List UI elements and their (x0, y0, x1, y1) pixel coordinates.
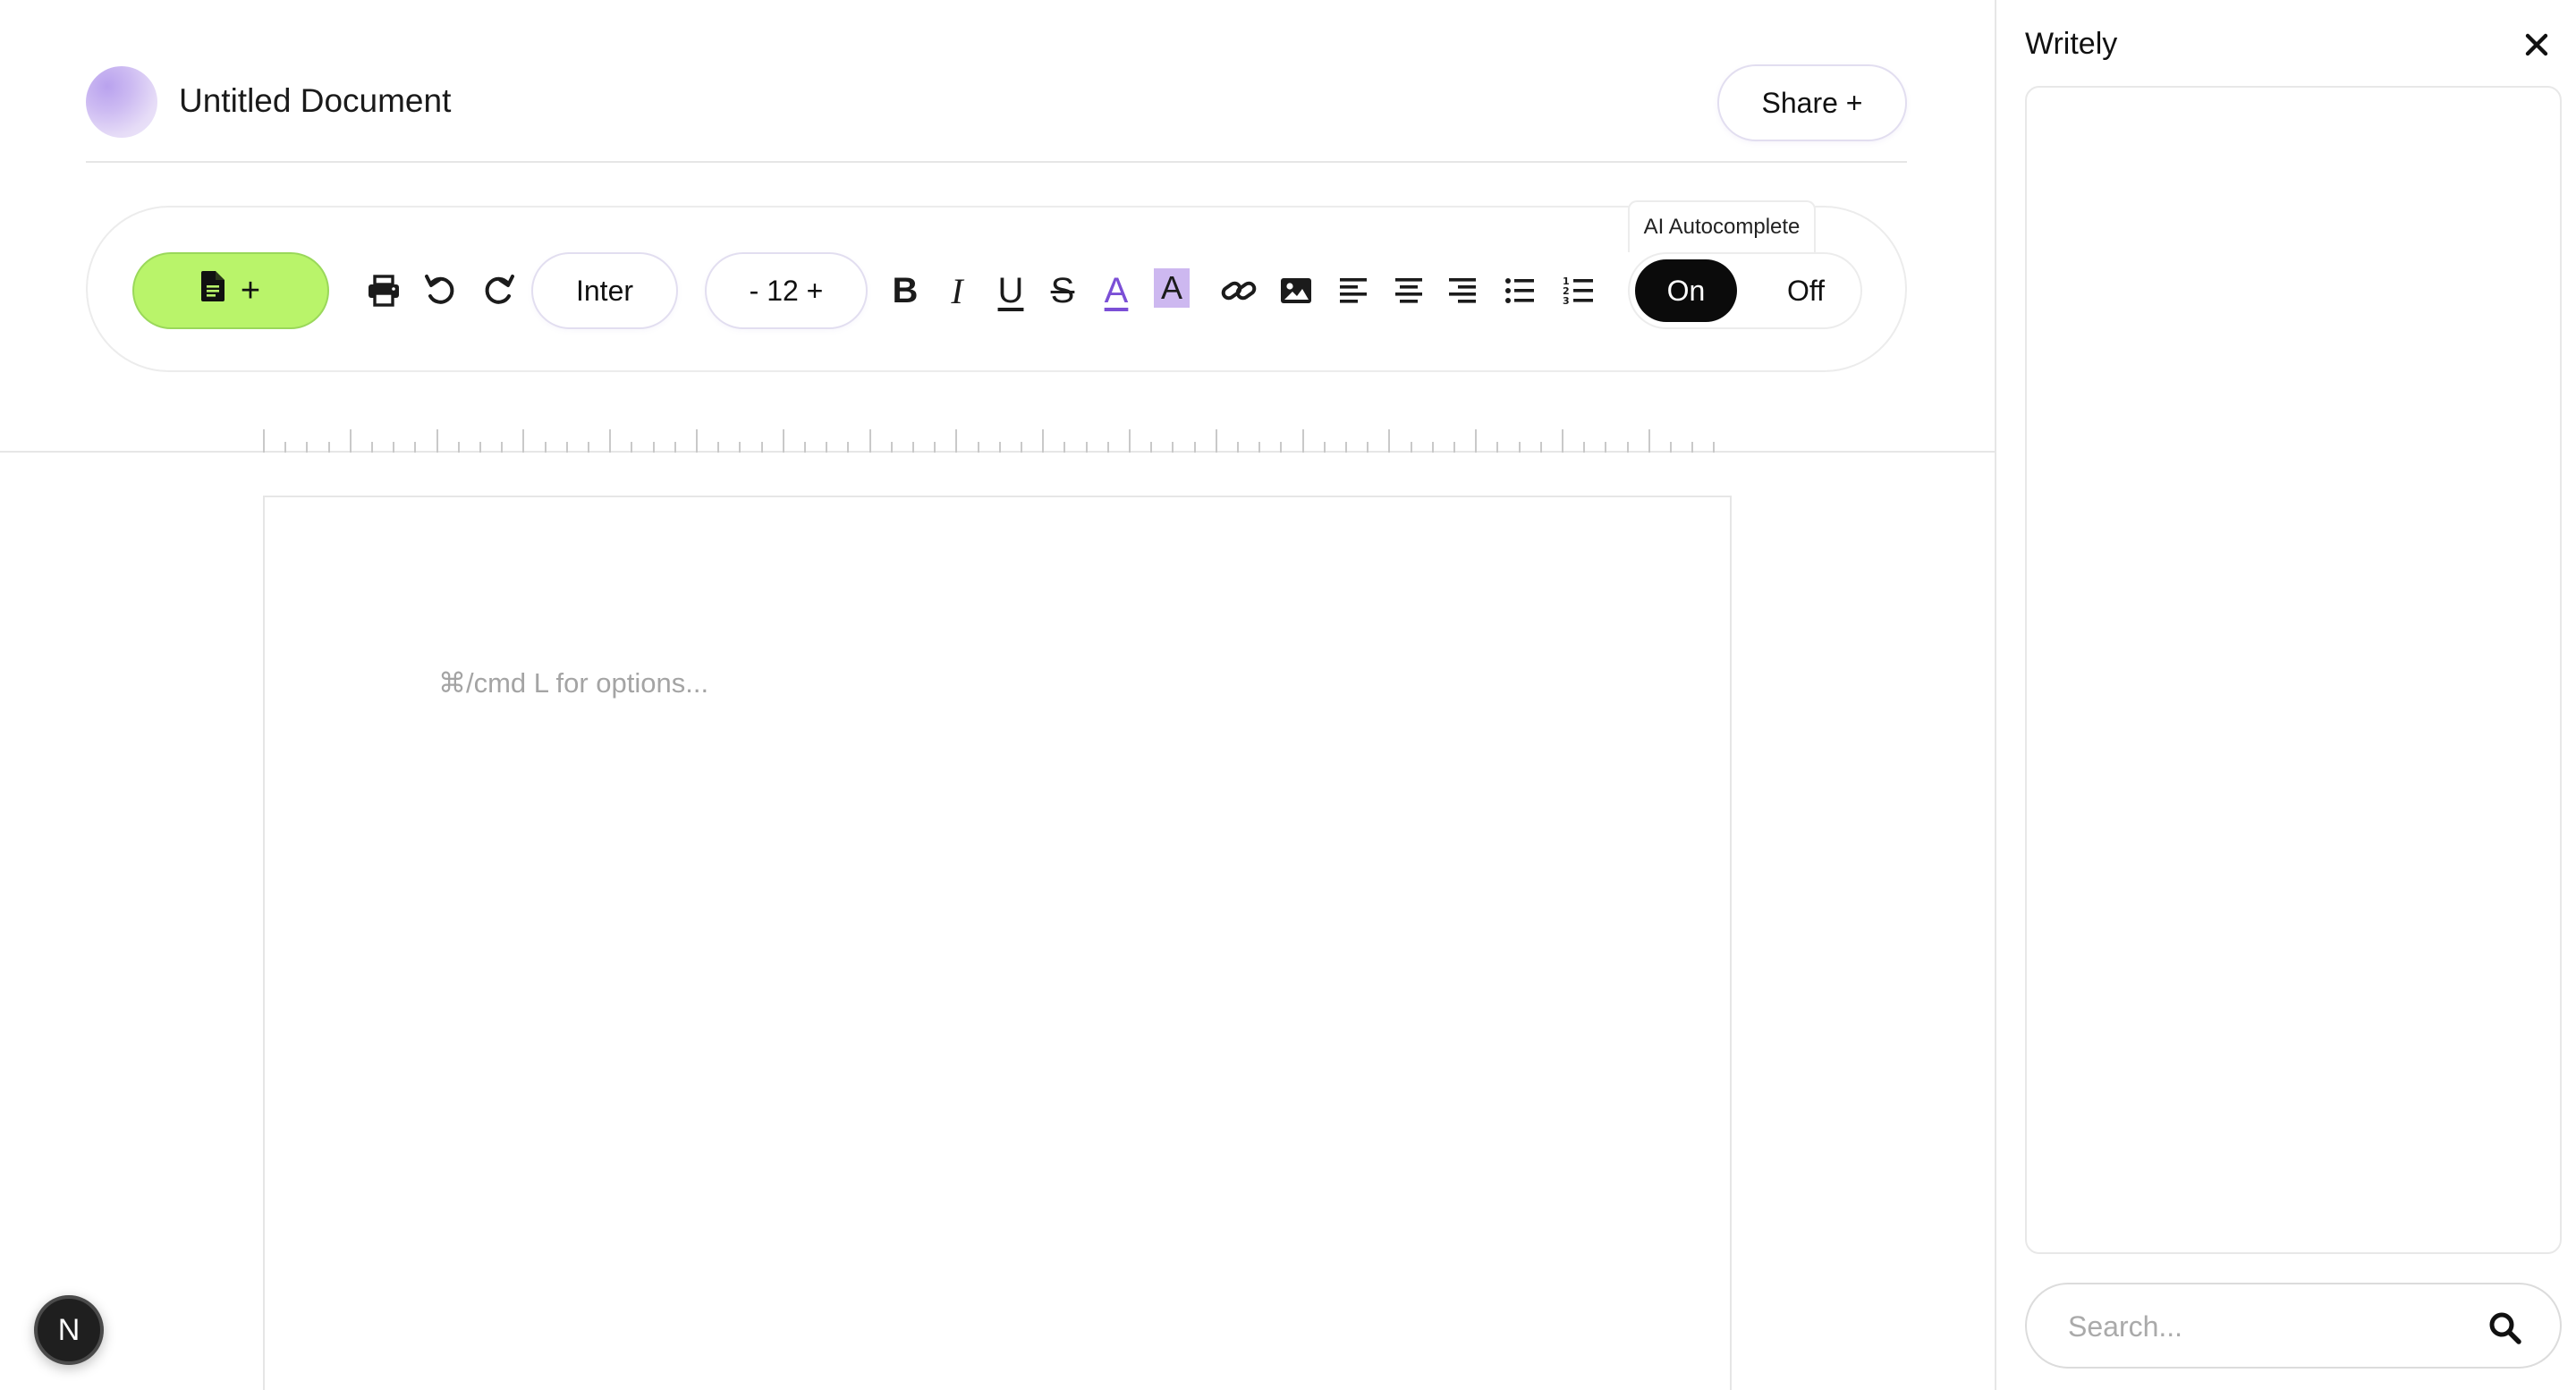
align-right-icon[interactable] (1435, 263, 1490, 318)
search-box (2025, 1283, 2562, 1369)
new-document-plus: + (240, 271, 261, 309)
editor-main: Untitled Document Share + + Inter - 12 +… (0, 0, 1995, 1390)
bold-button[interactable]: B (886, 261, 925, 320)
link-icon[interactable] (1211, 263, 1267, 318)
bullet-list-icon[interactable] (1492, 263, 1547, 318)
side-panel: Writely (1995, 0, 2576, 1390)
highlight-button[interactable]: A (1154, 268, 1190, 308)
document-header: Untitled Document Share + (86, 64, 1907, 163)
new-document-icon (200, 271, 225, 310)
document-page[interactable]: ⌘/cmd L for options... (263, 496, 1732, 1390)
align-left-icon[interactable] (1326, 263, 1381, 318)
strikethrough-button[interactable]: S (1043, 261, 1082, 320)
panel-title: Writely (2025, 27, 2118, 61)
share-button[interactable]: Share + (1717, 64, 1907, 141)
page-placeholder: ⌘/cmd L for options... (438, 667, 709, 699)
svg-text:3: 3 (1563, 295, 1570, 307)
ai-autocomplete-on-button[interactable]: On (1635, 259, 1737, 322)
print-icon[interactable] (356, 263, 411, 318)
text-color-button[interactable]: A (1098, 261, 1134, 320)
ruler (0, 420, 1995, 453)
document-title[interactable]: Untitled Document (179, 82, 451, 120)
document-avatar[interactable] (86, 66, 157, 138)
close-icon[interactable] (2515, 23, 2558, 66)
search-icon[interactable] (2487, 1309, 2522, 1345)
n-badge[interactable]: N (34, 1295, 104, 1365)
numbered-list-icon[interactable]: 123 (1551, 263, 1606, 318)
undo-icon[interactable] (413, 263, 469, 318)
formatting-toolbar: + Inter - 12 + B I U S A A 1 2 3 AI Auto… (86, 200, 1907, 372)
align-center-icon[interactable] (1381, 263, 1436, 318)
font-family-select[interactable]: Inter (531, 252, 678, 329)
ai-autocomplete-toggle: On Off (1628, 252, 1862, 329)
italic-button[interactable]: I (937, 261, 977, 320)
redo-icon[interactable] (470, 263, 526, 318)
image-icon[interactable] (1268, 263, 1324, 318)
ruler-ticks (263, 429, 1715, 453)
font-size-stepper[interactable]: - 12 + (705, 252, 868, 329)
underline-button[interactable]: U (991, 261, 1030, 320)
ai-autocomplete-label: AI Autocomplete (1628, 200, 1816, 252)
ai-autocomplete-off-button[interactable]: Off (1755, 259, 1857, 322)
new-document-button[interactable]: + (132, 252, 329, 329)
chat-area (2025, 86, 2562, 1254)
search-input[interactable] (2068, 1304, 2479, 1349)
